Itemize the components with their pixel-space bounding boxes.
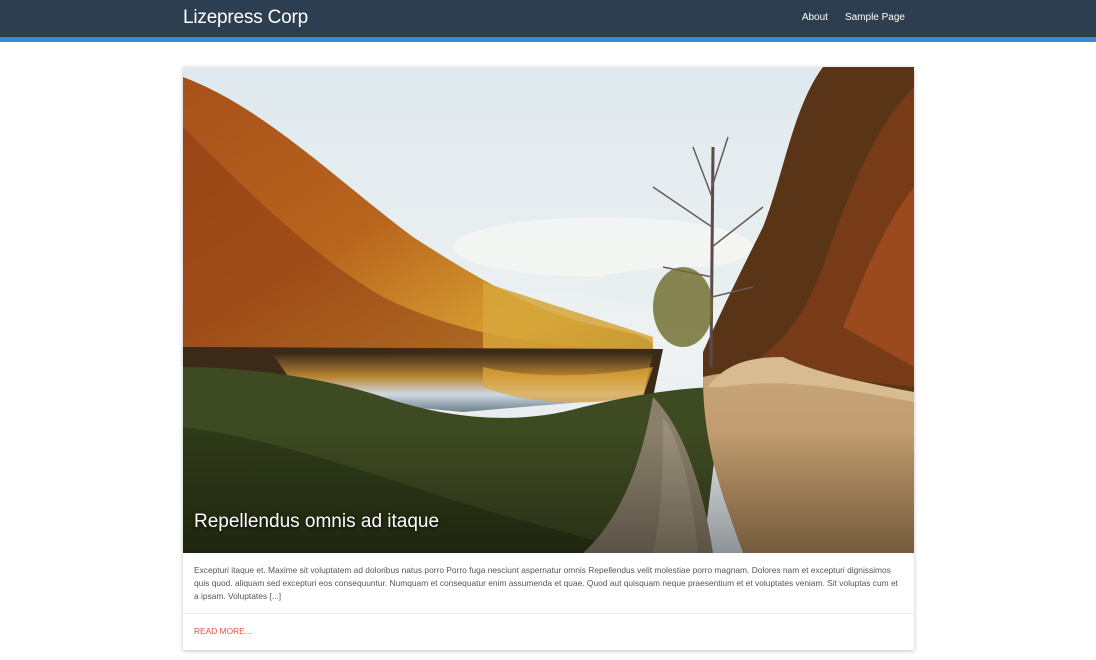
post-featured-image[interactable] — [183, 67, 914, 553]
read-more-link[interactable]: READ MORE... — [194, 626, 252, 636]
landscape-illustration — [183, 67, 914, 553]
site-brand-link[interactable]: Lizepress Corp — [183, 7, 308, 29]
nav-link-sample-page[interactable]: Sample Page — [845, 12, 905, 23]
post-card: Repellendus omnis ad itaque Excepturi it… — [183, 67, 914, 650]
navbar-accent-stripe — [0, 37, 1096, 42]
nav-link-about[interactable]: About — [802, 12, 828, 23]
card-divider — [183, 613, 914, 614]
top-navbar: Lizepress Corp About Sample Page — [0, 0, 1096, 37]
post-excerpt: Excepturi itaque et. Maxime sit voluptat… — [194, 565, 898, 601]
post-title-link[interactable]: Repellendus omnis ad itaque — [194, 511, 439, 533]
main-nav: About Sample Page — [802, 12, 905, 23]
